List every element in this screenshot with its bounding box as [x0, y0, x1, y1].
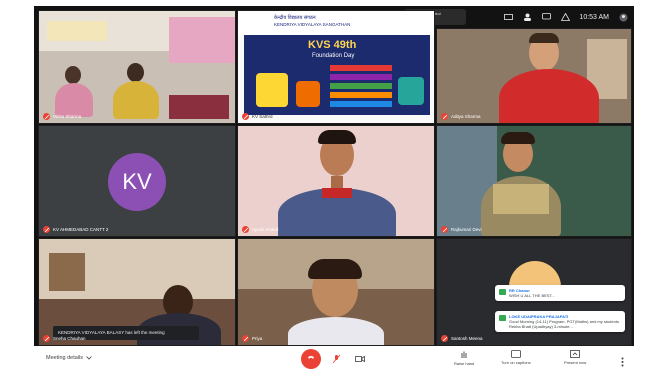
chat-message[interactable]: RR Chanur WISH U ALL THE BEST...: [495, 285, 625, 301]
participant-tile[interactable]: RR Chanur WISH U ALL THE BEST... LOKE UD…: [436, 238, 632, 346]
participant-name: KV AHMEDABAD CANTT 2: [53, 227, 109, 232]
participant-name-row: Aditya Sharma: [441, 113, 481, 120]
mic-off-icon: [332, 354, 340, 364]
participant-name-row: KV AHMEDABAD CANTT 2: [43, 226, 108, 233]
participant-tile[interactable]: Priya: [237, 238, 435, 346]
present-now-label: Present now: [564, 360, 587, 365]
more-options-button[interactable]: [621, 354, 624, 372]
participant-name-row: Sneha Chauhan: [43, 335, 86, 342]
chat-bubble-icon[interactable]: [541, 12, 551, 22]
participant-tile[interactable]: Aditya Sharma: [436, 28, 632, 124]
participant-tile[interactable]: KENDRIYA VIDYALAYA BALASY has left the m…: [38, 238, 236, 346]
participant-name: Priya: [252, 336, 263, 341]
participant-name: Ayush Anand: [252, 227, 279, 232]
poster-title: KVS 49th: [308, 39, 357, 51]
participant-name-row: Vinita Sharma: [43, 113, 81, 120]
mic-off-icon: [441, 335, 448, 342]
raise-hand-label: Raise hand: [454, 361, 475, 366]
hand-icon: [461, 351, 467, 358]
phone-hangup-icon: [308, 356, 314, 359]
end-call-button[interactable]: [301, 349, 321, 369]
chat-message[interactable]: LOKE UDAIPRAKA PRAJAPATI Good Morning (1…: [495, 311, 625, 332]
participant-tile[interactable]: केन्द्रीय विद्यालय संगठन KENDRIYA VIDYAL…: [237, 10, 435, 124]
participant-name-row: Rajkumari Devi: [441, 226, 482, 233]
participant-name-row: Ayush Anand: [242, 226, 278, 233]
participant-name: Aditya Sharma: [451, 114, 481, 119]
present-icon: [570, 350, 581, 358]
clock-time: 10:53 AM: [579, 13, 609, 21]
poster-header: KENDRIYA VIDYALAYA SANGATHAN: [274, 22, 351, 27]
captions-button[interactable]: Turn on captions: [501, 350, 531, 365]
people-icon[interactable]: [522, 12, 532, 22]
participant-avatar: KV: [108, 153, 166, 211]
mic-off-icon: [441, 113, 448, 120]
activity-icon[interactable]: [560, 12, 570, 22]
camera-toggle-button[interactable]: [353, 352, 367, 366]
chat-icon: [499, 289, 506, 295]
participant-name: Rajkumari Devi: [451, 227, 482, 232]
mic-off-icon: [242, 113, 249, 120]
chevron-down-icon: [86, 356, 92, 360]
participant-name: Vinita Sharma: [53, 114, 82, 119]
mic-toggle-button[interactable]: [329, 352, 343, 366]
captions-icon: [510, 350, 521, 358]
screen-share-icon[interactable]: [503, 12, 513, 22]
participant-name-row: Priya: [242, 335, 262, 342]
chat-text: Good Morning (14-11) Program. PGT(Maths)…: [509, 319, 619, 329]
raise-hand-button[interactable]: Raise hand: [454, 350, 474, 366]
participant-tile[interactable]: Rajkumari Devi: [436, 125, 632, 237]
sun-logo: [509, 261, 561, 287]
participant-name: KV Sathrd: [252, 114, 273, 119]
mic-off-icon: [441, 226, 448, 233]
mic-off-icon: [242, 335, 249, 342]
mic-off-icon: [43, 113, 50, 120]
poster-subtitle: Foundation Day: [312, 53, 355, 59]
mic-off-icon: [43, 226, 50, 233]
more-vert-icon: [621, 357, 624, 367]
foundation-day-poster: केन्द्रीय विद्यालय संगठन KENDRIYA VIDYAL…: [238, 11, 434, 123]
chat-icon: [499, 315, 506, 321]
mic-off-icon: [43, 335, 50, 342]
participant-tile[interactable]: Vinita Sharma: [38, 10, 236, 124]
participant-name-row: KV Sathrd: [242, 113, 273, 120]
participant-tile[interactable]: KV KV AHMEDABAD CANTT 2: [38, 125, 236, 237]
mic-off-icon: [242, 226, 249, 233]
captions-label: Turn on captions: [501, 360, 531, 365]
status-bar: Uttrakhand gurukul anil CTS (ind.) 10:53…: [404, 6, 634, 28]
meet-screen: Uttrakhand gurukul anil CTS (ind.) 10:53…: [34, 6, 634, 372]
poster-header: केन्द्रीय विद्यालय संगठन: [274, 15, 316, 21]
chat-text: WISH U ALL THE BEST...: [509, 293, 555, 298]
camera-icon: [355, 355, 365, 363]
meeting-control-bar: Meeting details Raise hand Turn on capti…: [34, 346, 634, 372]
participant-name: Santosh Meena: [451, 336, 483, 341]
meeting-details-button[interactable]: Meeting details: [46, 355, 92, 361]
participant-name-row: Santosh Meena: [441, 335, 483, 342]
meeting-details-label: Meeting details: [46, 355, 83, 361]
participant-name: Sneha Chauhan: [53, 336, 86, 341]
present-now-button[interactable]: Present now: [564, 350, 586, 365]
user-icon[interactable]: [618, 12, 628, 22]
participant-tile[interactable]: Ayush Anand: [237, 125, 435, 237]
